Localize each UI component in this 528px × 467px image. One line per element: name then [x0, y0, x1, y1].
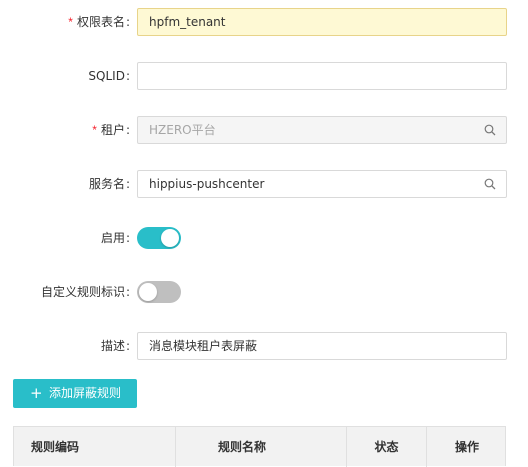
form-row-enabled: 启用:: [0, 224, 528, 252]
service-lookup[interactable]: hippius-pushcenter: [137, 170, 507, 198]
custom-rule-label: 自定义规则标识:: [40, 285, 130, 299]
plus-icon: +: [30, 384, 43, 402]
column-header-actions: 操作: [454, 440, 479, 454]
tenant-label: * 租户:: [92, 123, 130, 137]
add-rule-button[interactable]: + 添加屏蔽规则: [13, 379, 137, 408]
rules-table-header: 规则编码 规则名称 状态 操作: [13, 426, 506, 467]
sqlid-input[interactable]: [137, 62, 507, 90]
toggle-knob: [161, 229, 179, 247]
table-name-input[interactable]: hpfm_tenant: [137, 8, 507, 36]
form-row-table-name: * 权限表名: hpfm_tenant: [0, 8, 528, 36]
service-label: 服务名:: [88, 177, 130, 191]
required-mark: *: [92, 123, 97, 137]
form-row-description: 描述: 消息模块租户表屏蔽: [0, 332, 528, 360]
sqlid-label: SQLID:: [88, 69, 130, 83]
column-header-rule-code: 规则编码: [14, 427, 176, 467]
required-mark: *: [68, 15, 73, 29]
column-header-rule-name: 规则名称: [176, 427, 347, 467]
form-row-service: 服务名: hippius-pushcenter: [0, 170, 528, 198]
add-rule-button-label: 添加屏蔽规则: [49, 386, 122, 400]
enabled-label: 启用:: [100, 231, 130, 245]
toggle-knob: [139, 283, 157, 301]
column-header-status: 状态: [347, 427, 427, 467]
description-label: 描述:: [100, 339, 130, 353]
search-icon[interactable]: [484, 178, 496, 190]
tenant-lookup[interactable]: HZERO平台: [137, 116, 507, 144]
enabled-toggle[interactable]: [137, 227, 181, 249]
form-row-sqlid: SQLID:: [0, 62, 528, 90]
form-row-tenant: * 租户: HZERO平台: [0, 116, 528, 144]
search-icon[interactable]: [484, 124, 496, 136]
table-name-label: * 权限表名:: [68, 15, 130, 29]
form-row-custom-rule: 自定义规则标识:: [0, 278, 528, 306]
custom-rule-toggle[interactable]: [137, 281, 181, 303]
description-input[interactable]: 消息模块租户表屏蔽: [137, 332, 507, 360]
